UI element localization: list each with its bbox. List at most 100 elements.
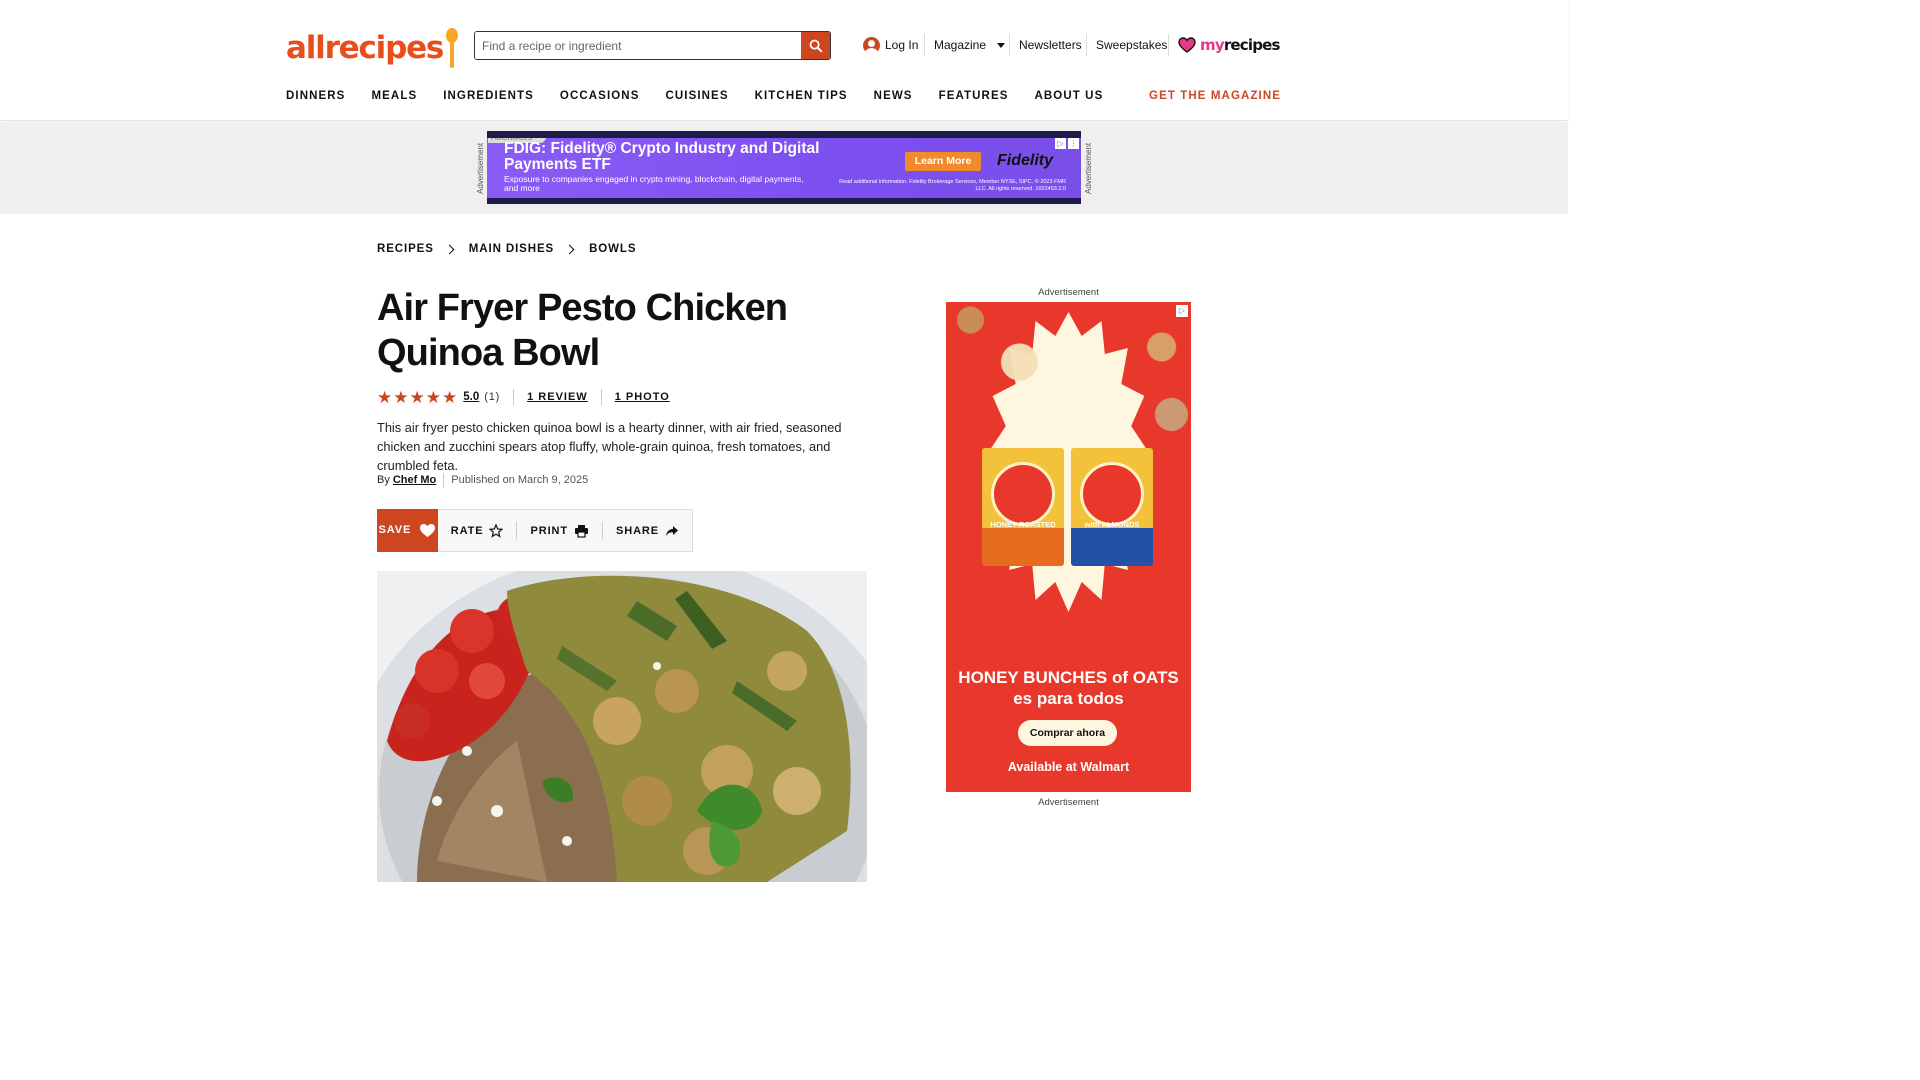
newsletters-link[interactable]: Newsletters [1019,34,1082,56]
nav-item-occasions[interactable]: OCCASIONS [560,90,640,102]
ad-side-label-right: Advertisement [1084,142,1093,194]
rating-row: ★ ★ ★ ★ ★ 5.0 (1) 1 REVIEW 1 PHOTO [377,388,670,406]
header-divider [1168,34,1169,56]
header-divider [924,34,925,56]
box2-label: with ALMONDS [1084,520,1140,529]
rate-button[interactable]: RATE [438,522,517,539]
photos-link[interactable]: 1 PHOTO [615,391,670,403]
ad-controls: ▷ ⋮ [1055,138,1079,149]
nav-item-dinners[interactable]: DINNERS [286,90,345,102]
star-icon: ★ [409,387,425,407]
side-ad-banner[interactable]: HONEY ROASTED with ALMONDS HONEY BUNCHES… [946,302,1191,792]
user-avatar-icon [863,36,880,54]
site-header: allrecipes Log In Magazine Newsletters S… [0,0,1568,121]
magazine-dropdown[interactable]: Magazine [934,34,1006,56]
heart-icon [420,523,436,537]
star-icon: ★ [442,387,458,407]
breadcrumb-main-dishes[interactable]: MAIN DISHES [469,243,554,255]
nav-item-about-us[interactable]: ABOUT US [1035,90,1104,102]
nav-item-features[interactable]: FEATURES [939,90,1009,102]
rate-label: RATE [450,524,484,537]
breadcrumb: RECIPES MAIN DISHES BOWLS [377,243,636,255]
ad-brand: Fidelity [997,152,1054,169]
byline-divider [443,472,445,488]
star-outline-icon [489,523,504,538]
rating-count: (1) [484,391,501,403]
breadcrumb-bowls[interactable]: BOWLS [589,243,636,255]
nav-item-news[interactable]: NEWS [874,90,913,102]
cereal-box-almonds: with ALMONDS [1071,448,1153,566]
recipe-photo[interactable] [377,571,867,882]
spoon-logo-icon [445,28,459,68]
nav-item-kitchen-tips[interactable]: KITCHEN TIPS [755,90,848,102]
side-ad-headline: HONEY BUNCHES of OATS es para todos [946,667,1191,709]
side-ad-cta-button[interactable]: Comprar ahora [1018,720,1117,746]
printer-icon [574,524,588,538]
cereal-box-honey-roasted: HONEY ROASTED [982,448,1064,566]
chevron-right-icon [564,244,575,254]
star-icon: ★ [425,387,441,407]
share-button[interactable]: SHARE [601,522,692,539]
ad-headline: FDIG: Fidelity® Crypto Industry and Digi… [504,140,820,173]
get-magazine-link[interactable]: GET THE MAGAZINE [1149,90,1281,102]
nav-item-ingredients[interactable]: INGREDIENTS [443,90,534,102]
side-ad-label-top: Advertisement [1038,287,1099,298]
myrecipes-my: my [1200,36,1225,54]
magazine-label: Magazine [934,38,987,52]
adchoices-icon[interactable]: ▷ [1176,305,1188,317]
search-bar [474,31,831,60]
share-label: SHARE [615,524,659,537]
ad-fine-print: Read additional information. Fidelity Br… [839,179,1066,192]
search-button[interactable] [801,32,830,59]
cereal-box-seal [1080,462,1144,526]
side-ad-headline-line1: HONEY BUNCHES of OATS [958,668,1179,687]
myrecipes-link[interactable]: myrecipes [1178,34,1280,56]
star-icon: ★ [377,387,393,407]
adchoices-icon[interactable]: ▷ [1055,138,1066,149]
side-ad-availability: Available at Walmart [1007,760,1130,774]
login-link[interactable]: Log In [863,34,918,56]
logo-text: allrecipes [286,30,444,66]
by-label: By [377,474,390,486]
print-button[interactable]: PRINT [516,522,602,539]
rating-stars[interactable]: ★ ★ ★ ★ ★ [377,389,457,406]
sweepstakes-link[interactable]: Sweepstakes [1096,34,1167,56]
nav-item-cuisines[interactable]: CUISINES [665,90,728,102]
save-button[interactable]: SAVE [377,508,438,552]
main-nav: DINNERS MEALS INGREDIENTS OCCASIONS CUIS… [286,90,1103,102]
header-divider [1086,34,1087,56]
caret-down-icon [997,42,1006,48]
recipe-description: This air fryer pesto chicken quinoa bowl… [377,420,842,473]
box1-label: HONEY ROASTED [990,520,1056,529]
myrecipes-logo: myrecipes [1200,36,1280,54]
login-label: Log In [885,38,919,52]
nav-item-meals[interactable]: MEALS [371,90,417,102]
rating-value: 5.0 [463,391,480,403]
published-date: Published on March 9, 2025 [451,474,589,486]
print-label: PRINT [530,524,568,537]
ad-close-icon[interactable]: ⋮ [1068,138,1079,149]
rating-divider [600,388,602,406]
recipe-title: Air Fryer Pesto Chicken Quinoa Bowl [377,287,788,374]
search-input[interactable] [475,32,801,59]
ad-subtext: Exposure to companies engaged in crypto … [504,174,804,193]
cereal-box-seal [991,462,1055,526]
allrecipes-logo[interactable]: allrecipes [286,24,459,68]
reviews-link[interactable]: 1 REVIEW [527,391,588,403]
breadcrumb-recipes[interactable]: RECIPES [377,243,434,255]
myrecipes-recipes: recipes [1223,36,1281,54]
pesto-chicken-bowl-image [377,571,867,882]
ad-learn-more-button[interactable]: Learn More [905,152,981,171]
top-ad-banner[interactable]: AdChoices FDIG: Fidelity® Crypto Industr… [487,131,1081,204]
side-ad-label-bottom: Advertisement [1038,797,1099,808]
search-icon [809,39,823,53]
save-label: SAVE [378,524,412,536]
heart-icon [1178,37,1196,53]
recipe-actions: SAVE RATE PRINT SHARE [377,508,693,552]
header-divider [1009,34,1010,56]
side-ad-headline-line2: es para todos [1013,689,1124,708]
share-arrow-icon [666,525,678,536]
ad-side-label-left: Advertisement [476,142,485,194]
chevron-right-icon [444,244,455,254]
author-link[interactable]: Chef Mo [393,474,436,486]
